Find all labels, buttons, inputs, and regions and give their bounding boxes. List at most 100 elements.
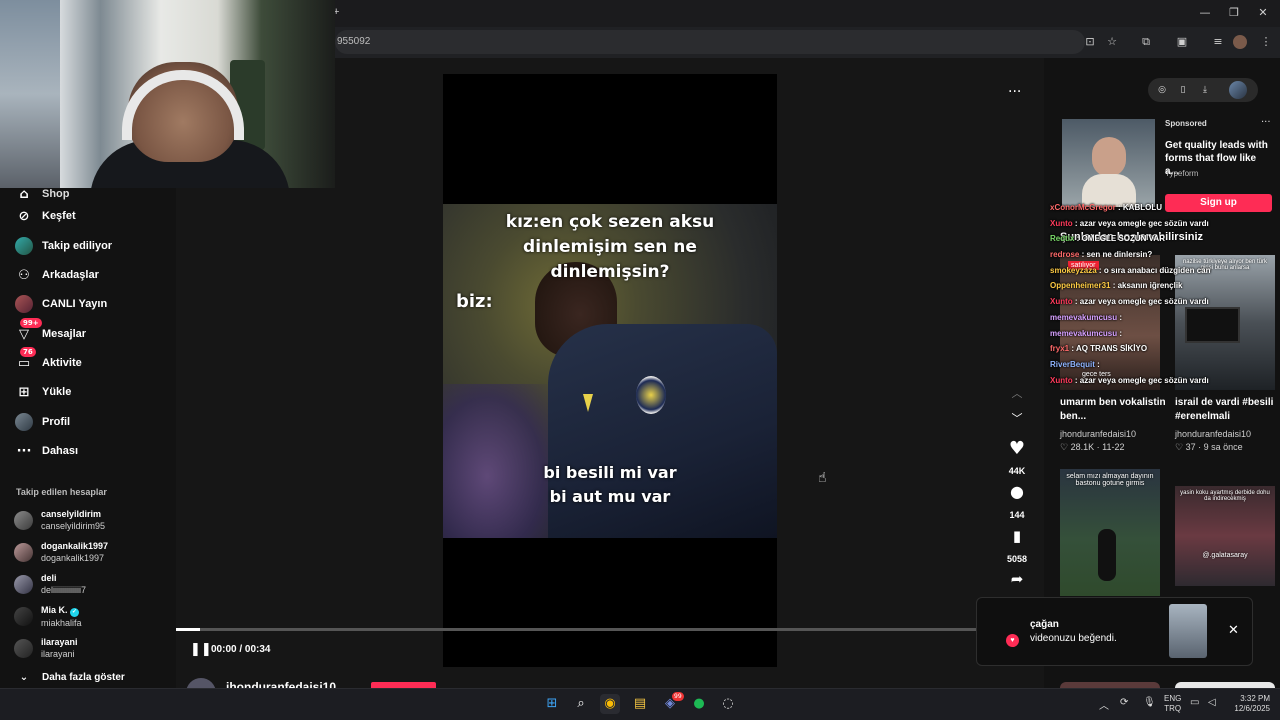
sidebar-item-more[interactable]: ··· Dahası: [14, 439, 79, 463]
recommend-meta: ♡ 37 · 9 sa önce: [1175, 442, 1243, 452]
sidebar-item-label: Dahası: [42, 445, 79, 457]
minimize-icon[interactable]: —: [1196, 6, 1214, 20]
show-more-button[interactable]: ⌄ Daha fazla göster: [14, 665, 125, 689]
chat-text: aksanın iğrençlik: [1117, 281, 1183, 290]
like-heart-icon[interactable]: ♥: [1002, 438, 1032, 459]
thumbnail-text: @.galatasaray: [1202, 552, 1248, 559]
activity-badge: 76: [20, 347, 36, 357]
video-caption-biz: biz:: [456, 291, 493, 312]
discord-badge: 99: [672, 692, 684, 701]
recommend-user[interactable]: jhonduranfedaisi10: [1175, 429, 1251, 439]
language-indicator[interactable]: ENG TRQ: [1164, 694, 1181, 714]
sidebar-item-profile[interactable]: Profil: [14, 410, 70, 434]
phone-icon[interactable]: ▯: [1176, 83, 1190, 97]
media-control-icon[interactable]: ≡: [1210, 34, 1226, 50]
chat-username: Redtix: [1050, 234, 1075, 243]
followed-account[interactable]: ilarayani ilarayani: [14, 636, 78, 660]
install-icon[interactable]: ⊡: [1082, 34, 1098, 50]
coin-icon[interactable]: ◎: [1155, 83, 1169, 97]
ad-thumbnail[interactable]: [1062, 119, 1155, 207]
bookmark-star-icon[interactable]: ☆: [1104, 34, 1120, 50]
chat-message: RiverBequit :: [1050, 360, 1100, 369]
sign-up-button[interactable]: Sign up: [1165, 194, 1272, 212]
more-options-icon[interactable]: ···: [1008, 84, 1021, 100]
sidebar-item-label: CANLI Yayın: [42, 298, 108, 310]
clock-date: 12/6/2025: [1234, 704, 1270, 713]
recommend-thumbnail[interactable]: yasin koku ayartmış derbide dohu da indi…: [1175, 486, 1275, 586]
progress-bar[interactable]: [176, 628, 976, 631]
webcam-overlay: [0, 0, 335, 188]
video-caption-top: kız:en çok sezen aksu dinlemişim sen ne …: [443, 210, 777, 285]
avatar: [14, 638, 33, 658]
heart-outline-icon: ♡: [1060, 442, 1069, 452]
previous-video-icon[interactable]: ︿: [1002, 385, 1032, 401]
extensions-icon[interactable]: ⧉: [1138, 34, 1154, 50]
url-text: 955092: [337, 36, 371, 47]
comment-icon[interactable]: ●: [1002, 482, 1032, 501]
notification-thumbnail[interactable]: [1169, 604, 1207, 658]
file-explorer-icon[interactable]: ▤: [630, 694, 650, 714]
sidebar-item-label: Aktivite: [42, 357, 82, 369]
followed-account[interactable]: deli deliiiiiiiiiiiiii7: [14, 572, 86, 596]
followed-account[interactable]: dogankalik1997 dogankalik1997: [14, 540, 108, 564]
share-icon[interactable]: ➦: [1002, 570, 1032, 588]
sidebar-item-activity[interactable]: ▭ 76 Aktivite: [14, 347, 82, 375]
caption-line: dinlemişsin?: [550, 262, 670, 282]
live-avatar: [14, 294, 34, 314]
chat-username: fryx1: [1050, 344, 1070, 353]
notification-user: çağan: [1030, 619, 1059, 630]
sidebar-item-friends[interactable]: ⚇ Arkadaşlar: [14, 263, 99, 287]
close-notification-icon[interactable]: ✕: [1228, 623, 1239, 638]
sidebar-item-upload[interactable]: ⊞ Yükle: [14, 380, 72, 404]
tray-chevron-icon[interactable]: ︿: [1099, 697, 1109, 712]
show-more-label: Daha fazla göster: [42, 671, 125, 683]
like-notification[interactable]: [976, 597, 1253, 666]
followed-account[interactable]: Mia K. ✓ miakhalifa: [14, 604, 82, 629]
followed-account[interactable]: canselyildirim canselyildirim95: [14, 508, 105, 532]
sponsored-label: Sponsored: [1165, 119, 1207, 128]
recommend-thumbnail[interactable]: satılıyor: [1060, 255, 1160, 390]
windows-start-icon[interactable]: ⊞: [542, 694, 562, 714]
obs-icon[interactable]: ◌: [718, 694, 738, 714]
recommend-thumbnail[interactable]: selam mızı almayan dayının bastonu gotun…: [1060, 469, 1160, 596]
sidebar-item-live[interactable]: CANLI Yayın: [14, 292, 107, 316]
ad-brand: Typeform: [1165, 169, 1199, 178]
sidebar-item-following[interactable]: Takip ediliyor: [14, 234, 112, 258]
microphone-icon[interactable]: 🎙︎: [1143, 697, 1156, 708]
caption-line: bi aut mu var: [549, 487, 671, 506]
restore-icon[interactable]: ❐: [1225, 6, 1243, 20]
account-username: deli: [41, 573, 57, 583]
recommend-user[interactable]: jhonduranfedaisi10: [1060, 429, 1136, 439]
chat-message: memevakumcusu :: [1050, 329, 1123, 338]
tray-app-icon[interactable]: ⟳: [1120, 697, 1128, 708]
recommend-title[interactable]: umarım ben vokalistin ben...: [1060, 396, 1168, 424]
network-icon[interactable]: ▭: [1190, 697, 1199, 708]
sidebar-item-explore[interactable]: ⊘ Keşfet: [14, 204, 76, 228]
profile-avatar[interactable]: [1233, 35, 1247, 49]
bookmark-icon[interactable]: ▮: [1002, 527, 1032, 545]
ad-more-icon[interactable]: ···: [1261, 117, 1271, 128]
download-icon[interactable]: ⤓: [1198, 83, 1212, 97]
recommend-thumbnail[interactable]: nazilse türkiyeye alıyor ben türk girişi…: [1175, 255, 1275, 390]
spotify-icon[interactable]: ●: [689, 694, 709, 714]
messages-badge: 99+: [20, 318, 42, 328]
browser-menu-icon[interactable]: ⋮: [1258, 34, 1274, 50]
sidepanel-icon[interactable]: ▣: [1174, 34, 1190, 50]
next-video-icon[interactable]: ﹀: [1002, 410, 1032, 426]
discord-icon[interactable]: ◈ 99: [660, 692, 684, 714]
pause-icon[interactable]: ❚❚: [190, 642, 212, 657]
clock[interactable]: 3:32 PM 12/6/2025: [1226, 694, 1270, 714]
address-bar[interactable]: 955092: [335, 30, 1085, 54]
recommend-title[interactable]: israil de vardi #besili #erenelmali: [1175, 396, 1275, 424]
user-avatar[interactable]: [1229, 81, 1247, 99]
chrome-icon[interactable]: ◉: [600, 694, 620, 714]
club-crest: [636, 376, 666, 414]
sidebar-item-messages[interactable]: ▽ 99+ Mesajlar: [14, 318, 86, 346]
chat-message: Oppenheimer31 : aksanın iğrençlik: [1050, 281, 1183, 290]
search-icon[interactable]: ⌕: [571, 694, 591, 714]
chat-username: Xunto: [1050, 297, 1073, 306]
close-window-icon[interactable]: ✕: [1254, 6, 1272, 20]
chat-text: OMEGLE SOZUN VAR: [1081, 234, 1165, 243]
volume-icon[interactable]: ◁: [1208, 697, 1216, 708]
author-username[interactable]: jhonduranfedaisi10: [226, 680, 336, 688]
